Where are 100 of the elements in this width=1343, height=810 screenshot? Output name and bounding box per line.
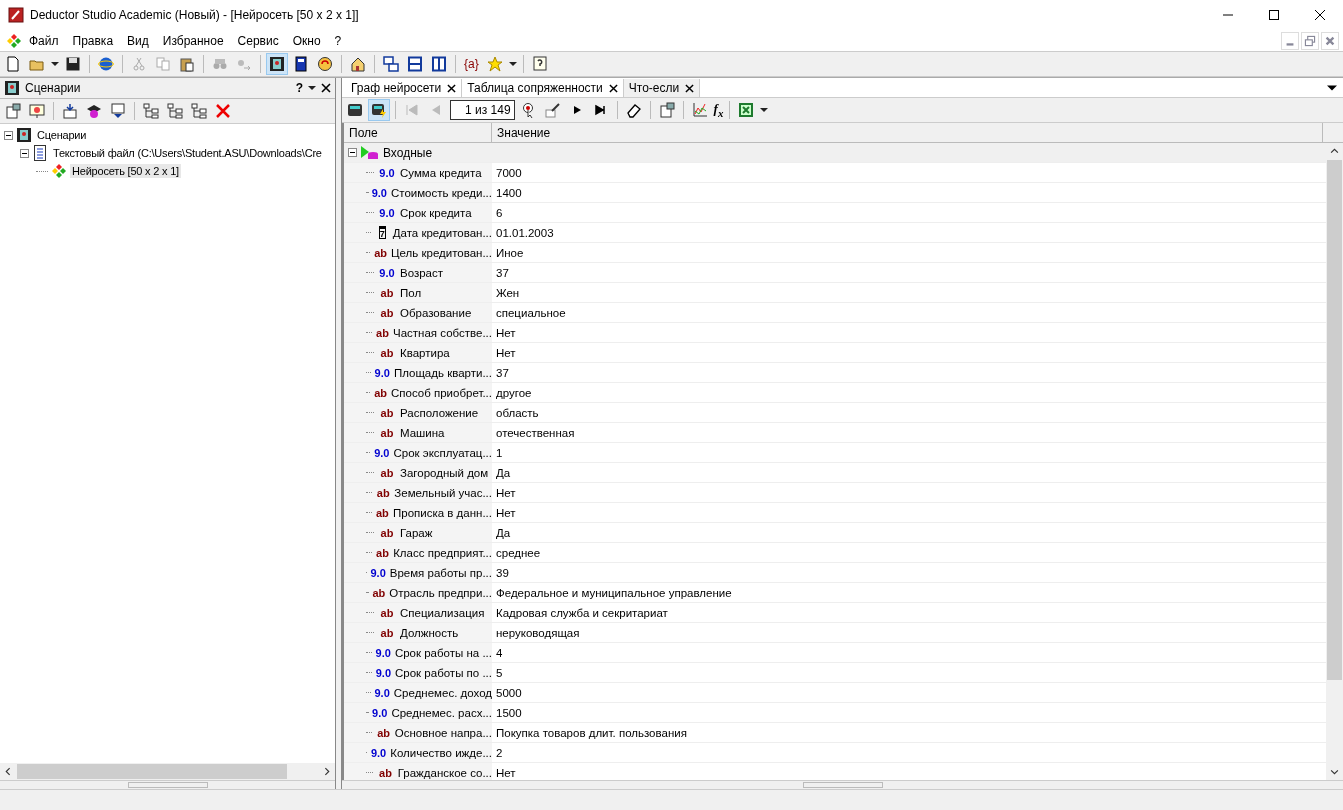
menu-item[interactable]: Правка [65, 33, 121, 48]
diamonds-icon [51, 163, 67, 179]
menu-item[interactable]: Сервис [230, 33, 286, 48]
field-name: Специализация [400, 606, 485, 619]
calculator-bolt-icon[interactable] [369, 100, 389, 120]
refresh-icon[interactable] [315, 54, 335, 74]
cascade-windows-icon[interactable] [381, 54, 401, 74]
field-value[interactable]: 1 [492, 446, 1326, 459]
caret-icon[interactable] [51, 60, 59, 68]
menu-item[interactable]: Файл [22, 33, 66, 48]
field-value[interactable]: 39 [492, 566, 1326, 579]
field-value[interactable]: специальное [492, 306, 1326, 319]
caret-icon[interactable] [760, 106, 769, 114]
field-value[interactable]: 37 [492, 266, 1326, 279]
field-value[interactable]: 5 [492, 666, 1326, 679]
close-icon[interactable] [447, 83, 457, 93]
type-label: ab [379, 346, 395, 359]
field-value[interactable]: другое [492, 386, 1326, 399]
menu-item[interactable]: Избранное [155, 33, 231, 48]
field-value[interactable]: 6 [492, 206, 1326, 219]
caret-icon[interactable] [308, 84, 316, 92]
field-value[interactable]: неруководящая [492, 626, 1326, 639]
variables-button[interactable]: {a} [462, 57, 481, 71]
field-value[interactable]: 5000 [492, 686, 1326, 699]
field-value[interactable]: среднее [492, 546, 1326, 559]
field-value[interactable]: Покупка товаров длит. пользования [492, 726, 1326, 739]
scrollbar-thumb[interactable] [17, 764, 287, 779]
film-frame-icon[interactable] [267, 54, 287, 74]
type-label: 9.0 [378, 266, 396, 279]
field-value[interactable]: Жен [492, 286, 1326, 299]
menu-item[interactable]: Окно [285, 33, 328, 48]
formula-button[interactable]: f$_{x}$ [713, 101, 724, 119]
field-name: Загородный дом [400, 466, 489, 479]
field-value[interactable]: 2 [492, 746, 1326, 759]
splitter-grip[interactable] [802, 782, 883, 788]
tree-icon[interactable] [141, 101, 161, 121]
close-icon[interactable] [321, 83, 331, 93]
window-dropdown-icon[interactable] [108, 101, 128, 121]
properties-icon[interactable] [3, 101, 23, 121]
field-value[interactable]: Кадровая служба и секритариат [492, 606, 1326, 619]
type-label: ab [372, 586, 386, 599]
type-label: 9.0 [374, 686, 390, 699]
presentation-icon[interactable] [27, 101, 47, 121]
close-icon[interactable] [608, 83, 618, 93]
field-name: Стоимость креди... [390, 186, 492, 199]
tree-item[interactable]: Нейросеть [50 x 2 x 1] [70, 164, 181, 178]
scrollbar-thumb[interactable] [1327, 160, 1342, 680]
field-name: Частная собстве... [393, 326, 492, 339]
tab[interactable]: Что-если [623, 79, 701, 97]
field-value[interactable]: Нет [492, 346, 1326, 359]
film-frame-icon [4, 80, 20, 96]
field-value[interactable]: Нет [492, 766, 1326, 779]
caret-icon[interactable] [508, 60, 517, 68]
field-value[interactable]: Нет [492, 326, 1326, 339]
type-label: 9.0 [374, 446, 390, 459]
tree-item[interactable]: Текстовый файл (C:\Users\Student.ASU\Downloads\Cre [51, 146, 324, 160]
record-counter[interactable]: 1 из 149 [450, 100, 515, 120]
type-label: ab [379, 466, 395, 479]
tree-item[interactable]: Сценарии [35, 128, 89, 142]
field-value[interactable]: область [492, 406, 1326, 419]
field-value[interactable]: Иное [492, 246, 1326, 259]
field-value[interactable]: 7000 [492, 166, 1326, 179]
field-value[interactable]: Федеральное и муниципальное управление [492, 586, 1326, 599]
split-vertical-icon[interactable] [429, 54, 449, 74]
field-value[interactable]: 1400 [492, 186, 1326, 199]
collapse-icon[interactable] [348, 148, 357, 157]
close-icon[interactable] [685, 83, 695, 93]
type-label: ab [376, 726, 391, 739]
column-header[interactable]: Значение [492, 123, 1323, 142]
help-button[interactable]: ? [295, 81, 303, 95]
field-name: Класс предприят... [393, 546, 492, 559]
field-value[interactable]: Нет [492, 486, 1326, 499]
field-value[interactable]: Да [492, 466, 1326, 479]
field-value[interactable]: Нет [492, 506, 1326, 519]
field-value[interactable]: 01.01.2003 [492, 226, 1326, 239]
field-value[interactable]: 4 [492, 646, 1326, 659]
collapse-icon[interactable] [4, 130, 13, 140]
type-label: ab [379, 426, 395, 439]
type-label: ab [379, 606, 395, 619]
menu-item[interactable]: ? [327, 33, 349, 48]
tree-icon[interactable] [189, 101, 209, 121]
splitter-grip[interactable] [127, 782, 208, 788]
field-value[interactable]: 37 [492, 366, 1326, 379]
tree-icon[interactable] [165, 101, 185, 121]
field-name: Отрасль предпри... [389, 586, 492, 599]
field-value[interactable]: 1500 [492, 706, 1326, 719]
text-file-icon [32, 145, 48, 161]
insert-icon[interactable] [60, 101, 80, 121]
field-name: Количество ижде... [390, 746, 492, 759]
field-value[interactable]: отечественная [492, 426, 1326, 439]
split-horizontal-icon[interactable] [405, 54, 425, 74]
collapse-icon[interactable] [20, 148, 29, 158]
restore-icon[interactable] [1301, 31, 1319, 50]
type-label: 9.0 [371, 186, 387, 199]
field-value[interactable]: Да [492, 526, 1326, 539]
menu-item[interactable]: Вид [120, 33, 156, 48]
film-frame-icon [16, 127, 32, 143]
column-header[interactable]: Поле [344, 123, 492, 142]
type-label: ab [374, 386, 387, 399]
edit-table-icon[interactable] [542, 100, 563, 120]
